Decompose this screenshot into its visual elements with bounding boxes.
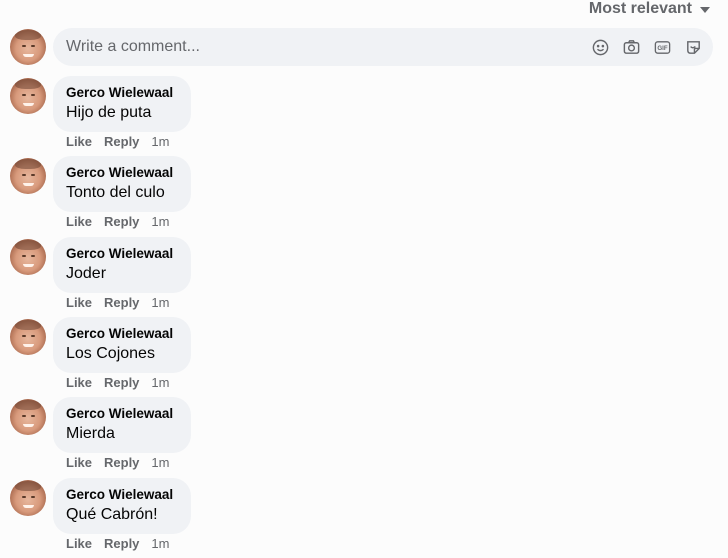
comment-text: Mierda bbox=[66, 425, 115, 443]
comment-actions: Like Reply 1m bbox=[66, 536, 169, 551]
comment-actions: Like Reply 1m bbox=[66, 375, 169, 390]
reply-button[interactable]: Reply bbox=[104, 375, 139, 390]
like-button[interactable]: Like bbox=[66, 295, 92, 310]
comment-author[interactable]: Gerco Wielewaal bbox=[66, 245, 179, 263]
comment-author[interactable]: Gerco Wielewaal bbox=[66, 84, 179, 102]
reply-button[interactable]: Reply bbox=[104, 295, 139, 310]
comment-bubble: Gerco Wielewaal Hijo de puta bbox=[53, 76, 191, 132]
reply-button[interactable]: Reply bbox=[104, 536, 139, 551]
comment-author[interactable]: Gerco Wielewaal bbox=[66, 486, 179, 504]
comment-timestamp[interactable]: 1m bbox=[151, 295, 169, 310]
comment: Gerco Wielewaal Hijo de puta Like Reply … bbox=[0, 76, 728, 156]
like-button[interactable]: Like bbox=[66, 455, 92, 470]
svg-text:GIF: GIF bbox=[657, 44, 667, 51]
comment-text: Joder bbox=[66, 264, 107, 282]
comment-bubble: Gerco Wielewaal Tonto del culo bbox=[53, 156, 191, 213]
author-avatar[interactable] bbox=[10, 78, 46, 114]
comment-bubble: Gerco Wielewaal Los Cojones bbox=[53, 316, 191, 373]
comment-text: Los Cojones bbox=[66, 344, 155, 362]
comment-bubble: Gerco Wielewaal Qué Cabrón! bbox=[53, 477, 191, 534]
current-user-avatar[interactable] bbox=[10, 29, 46, 65]
comment-author[interactable]: Gerco Wielewaal bbox=[66, 164, 179, 182]
comment-composer: GIF bbox=[53, 27, 713, 67]
reply-button[interactable]: Reply bbox=[104, 214, 139, 229]
reply-button[interactable]: Reply bbox=[104, 455, 139, 470]
caret-down-icon bbox=[700, 7, 710, 13]
comment-text: Hijo de puta bbox=[66, 104, 152, 121]
comment-timestamp[interactable]: 1m bbox=[151, 214, 169, 229]
like-button[interactable]: Like bbox=[66, 536, 92, 551]
like-button[interactable]: Like bbox=[66, 375, 92, 390]
emoji-icon[interactable] bbox=[591, 38, 610, 57]
author-avatar[interactable] bbox=[10, 158, 46, 195]
gif-icon[interactable]: GIF bbox=[653, 38, 672, 57]
sort-comments-dropdown[interactable]: Most relevant bbox=[589, 0, 710, 18]
comment: Gerco Wielewaal Los Cojones Like Reply 1… bbox=[0, 316, 728, 397]
comment-text: Tonto del culo bbox=[66, 184, 165, 202]
comment-actions: Like Reply 1m bbox=[66, 134, 169, 149]
like-button[interactable]: Like bbox=[66, 214, 92, 229]
author-avatar[interactable] bbox=[10, 238, 46, 275]
comment-text: Qué Cabrón! bbox=[66, 505, 158, 523]
comment-input[interactable] bbox=[53, 27, 591, 67]
comment-timestamp[interactable]: 1m bbox=[151, 455, 169, 470]
comment-actions: Like Reply 1m bbox=[66, 295, 169, 310]
like-button[interactable]: Like bbox=[66, 134, 92, 149]
author-avatar[interactable] bbox=[10, 318, 46, 355]
comment: Gerco Wielewaal Tonto del culo Like Repl… bbox=[0, 156, 728, 236]
comment-author[interactable]: Gerco Wielewaal bbox=[66, 405, 179, 423]
reply-button[interactable]: Reply bbox=[104, 134, 139, 149]
comment-bubble: Gerco Wielewaal Mierda bbox=[53, 397, 191, 454]
comment: Gerco Wielewaal Joder Like Reply 1m bbox=[0, 236, 728, 317]
comment: Gerco Wielewaal Mierda Like Reply 1m bbox=[0, 397, 728, 477]
sort-label: Most relevant bbox=[588, 0, 692, 17]
comment-actions: Like Reply 1m bbox=[66, 214, 169, 229]
comment-timestamp[interactable]: 1m bbox=[151, 134, 169, 149]
author-avatar[interactable] bbox=[10, 399, 46, 436]
sticker-icon[interactable] bbox=[684, 38, 703, 57]
comment-bubble: Gerco Wielewaal Joder bbox=[53, 236, 191, 293]
comment-timestamp[interactable]: 1m bbox=[151, 536, 169, 551]
comment-actions: Like Reply 1m bbox=[66, 455, 169, 470]
camera-icon[interactable] bbox=[622, 38, 641, 57]
author-avatar[interactable] bbox=[10, 479, 46, 516]
comment-timestamp[interactable]: 1m bbox=[151, 375, 169, 390]
comment-author[interactable]: Gerco Wielewaal bbox=[66, 325, 179, 343]
